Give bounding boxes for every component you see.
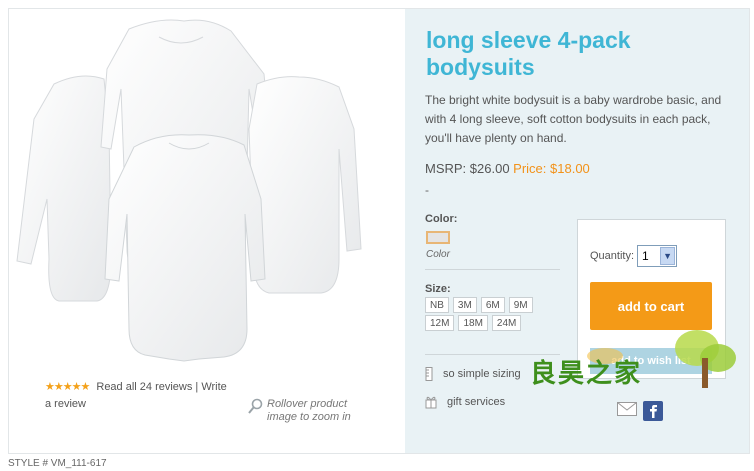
size-label: Size:: [425, 283, 451, 295]
quantity-select[interactable]: 1 ▼: [637, 245, 678, 267]
price-dash: -: [425, 183, 429, 197]
gift-icon: [425, 396, 437, 409]
color-swatch[interactable]: [426, 231, 450, 244]
product-description: The bright white bodysuit is a baby ward…: [425, 93, 722, 145]
product-title: long sleeve 4-pack bodysuits: [426, 27, 631, 80]
gift-link-label: gift services: [447, 396, 506, 408]
sizing-link-label: so simple sizing: [443, 368, 521, 380]
style-number: STYLE # VM_111-617: [8, 458, 107, 469]
zoom-hint-line2: image to zoom in: [267, 411, 351, 423]
msrp: MSRP: $26.00: [425, 161, 510, 176]
star-rating: ★★★★★: [45, 381, 90, 393]
size-option[interactable]: 6M: [480, 297, 505, 313]
size-option[interactable]: 9M: [508, 297, 533, 313]
gift-link[interactable]: gift services: [425, 395, 505, 409]
zoom-hint-line1: Rollover product: [267, 398, 348, 410]
size-option[interactable]: 24M: [491, 315, 522, 331]
write-review-link[interactable]: a review: [45, 398, 86, 410]
zoom-hint: Rollover product image to zoom in: [247, 398, 351, 424]
color-label: Color:: [425, 213, 458, 225]
quantity-label: Quantity:: [590, 250, 635, 262]
sale-price: Price: $18.00: [513, 161, 590, 176]
chevron-down-icon[interactable]: ▼: [660, 247, 676, 265]
sizing-link[interactable]: so simple sizing: [425, 367, 521, 381]
review-summary: ★★★★★ Read all 24 reviews | Write a revi…: [45, 379, 227, 413]
watermark-text: 良昊之家: [530, 359, 643, 389]
size-option[interactable]: 3M: [452, 297, 477, 313]
size-option[interactable]: 12M: [425, 315, 455, 331]
size-option[interactable]: 18M: [458, 315, 488, 331]
ruler-icon: [425, 367, 433, 381]
product-image-panel: ★★★★★ Read all 24 reviews | Write a revi…: [9, 9, 404, 453]
price-line: MSRP: $26.00 Price: $18.00: [425, 161, 590, 176]
product-image[interactable]: [9, 9, 404, 379]
size-option[interactable]: NB: [425, 297, 449, 313]
magnifier-icon: [248, 398, 263, 414]
quantity-row: Quantity: 1 ▼: [590, 245, 678, 267]
color-name: Color: [426, 249, 450, 260]
divider: [425, 269, 560, 270]
reviews-link[interactable]: Read all 24 reviews | Write: [96, 381, 226, 393]
quantity-value: 1: [642, 249, 649, 263]
